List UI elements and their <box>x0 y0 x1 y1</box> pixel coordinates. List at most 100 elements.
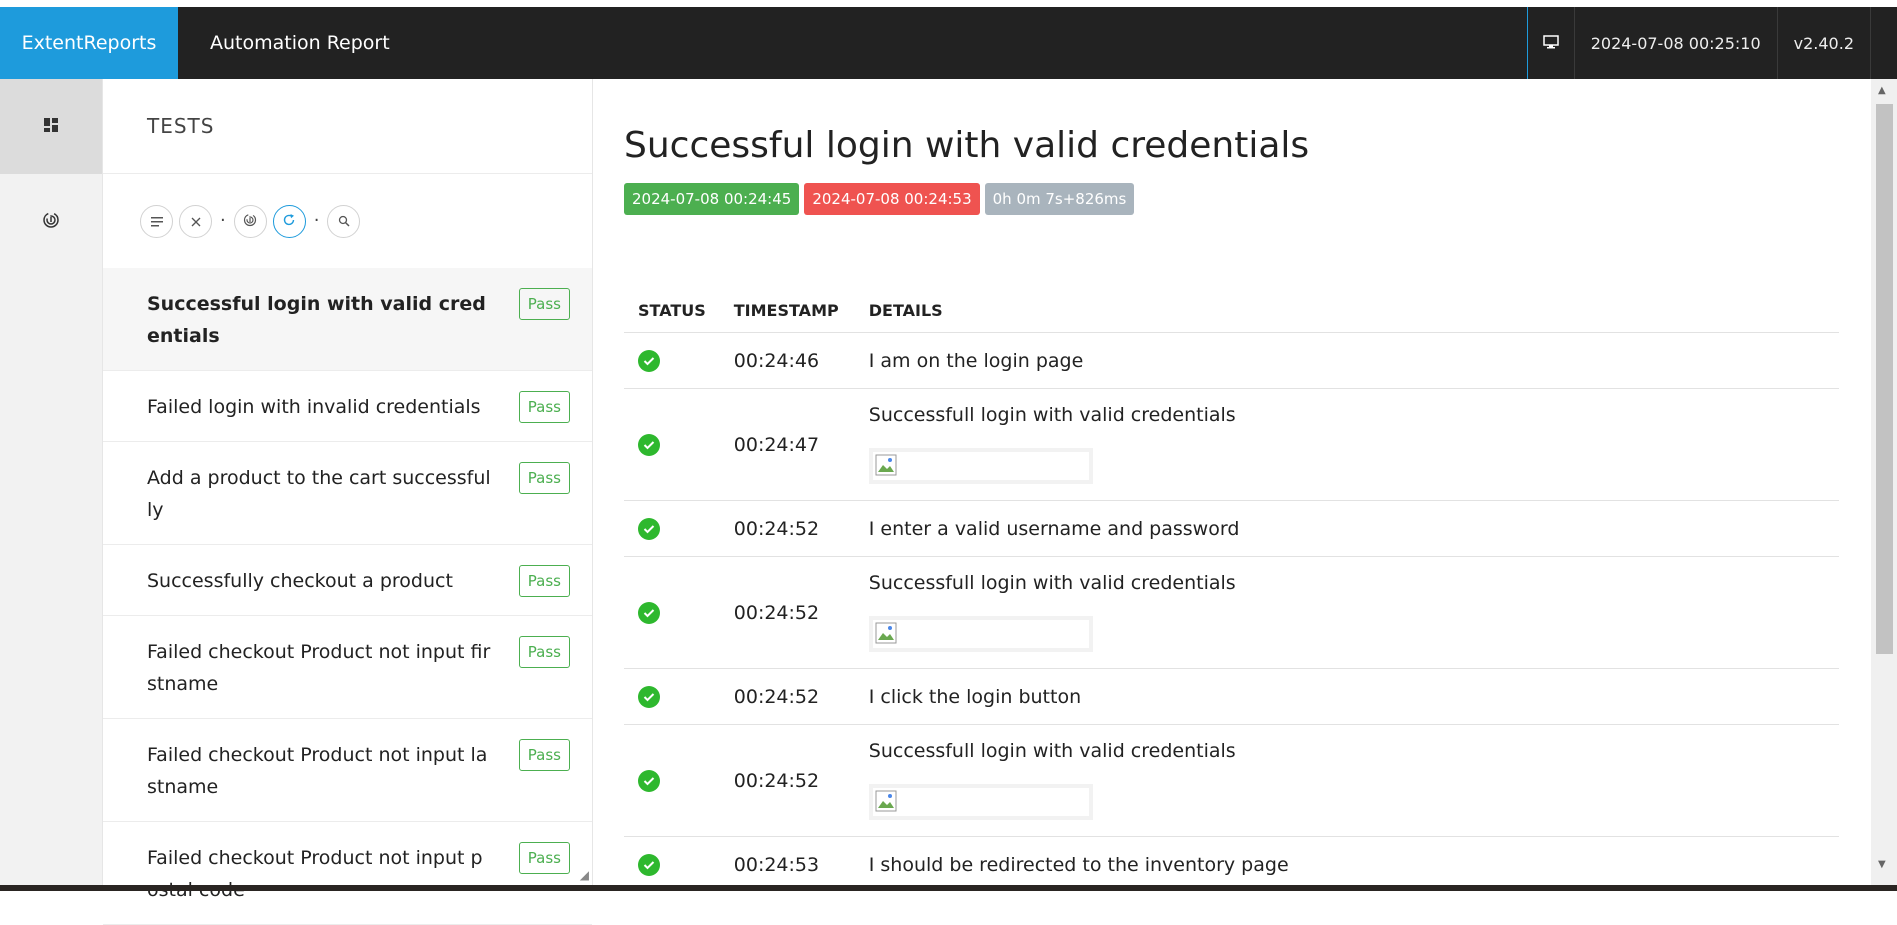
status-column-header: STATUS <box>624 287 720 333</box>
details-cell: Successfull login with valid credentials <box>854 556 1839 669</box>
tests-heading: TESTS <box>103 79 592 174</box>
details-cell: Successfull login with valid credentials <box>854 388 1839 501</box>
scrollbar-thumb[interactable] <box>1876 104 1893 654</box>
log-table: STATUS TIMESTAMP DETAILS 00:24:46 I am o… <box>624 287 1839 885</box>
status-badge: Pass <box>518 636 570 668</box>
details-cell: Successfull login with valid credentials <box>854 724 1839 837</box>
report-name: Automation Report <box>210 32 390 54</box>
timestamp-cell: 00:24:52 <box>719 724 855 837</box>
status-cell <box>624 668 720 725</box>
timestamp-column-header: TIMESTAMP <box>719 287 855 333</box>
sidebar-item-dashboard[interactable] <box>0 79 102 174</box>
details-text: Successfull login with valid credentials <box>868 739 1236 762</box>
status-cell <box>624 332 720 389</box>
test-item[interactable]: Failed checkout Product not input lastna… <box>103 719 592 822</box>
details-cell: I am on the login page <box>854 332 1839 389</box>
start-time-badge: 2024-07-08 00:24:45 <box>624 183 800 215</box>
tests-toolbar: · · <box>103 174 592 268</box>
details-text: Successfull login with valid credentials <box>868 571 1236 594</box>
test-name: Failed checkout Product not input firstn… <box>147 641 491 695</box>
search-icon <box>338 212 350 231</box>
search-button[interactable] <box>327 204 361 238</box>
refresh-icon <box>282 212 296 231</box>
fingerprint-icon <box>243 212 257 231</box>
log-header-row: STATUS TIMESTAMP DETAILS <box>624 287 1839 333</box>
details-cell: I click the login button <box>854 668 1839 725</box>
tests-panel: TESTS · · Successful login with valid cr… <box>103 79 593 925</box>
test-item[interactable]: Failed login with invalid credentials Pa… <box>103 371 592 442</box>
timestamp-cell: 00:24:46 <box>719 332 855 389</box>
sidebar-item-tests[interactable] <box>0 174 102 269</box>
test-name: Successfully checkout a product <box>147 570 453 592</box>
refresh-button[interactable] <box>272 204 306 238</box>
scroll-down-icon[interactable]: ▼ <box>1878 859 1886 870</box>
check-circle-icon <box>638 349 660 372</box>
test-item[interactable]: Successful login with valid credentials … <box>103 268 592 371</box>
resize-handle-icon[interactable]: ◢ <box>580 868 589 882</box>
filter-fail-button[interactable] <box>179 204 212 238</box>
broken-image-icon <box>875 454 897 475</box>
separator-dot: · <box>313 210 320 231</box>
report-version: v2.40.2 <box>1776 7 1871 79</box>
details-column-header: DETAILS <box>854 287 1839 333</box>
broken-image-icon <box>875 790 897 811</box>
screenshot-thumbnail[interactable] <box>868 615 1093 652</box>
duration-badge: 0h 0m 7s+826ms <box>984 183 1135 215</box>
content-scrollbar[interactable]: ▲ ▼ <box>1871 79 1897 885</box>
test-detail: Successful login with valid credentials … <box>594 79 1871 885</box>
timestamp-cell: 00:24:52 <box>719 668 855 725</box>
screenshot-thumbnail[interactable] <box>868 447 1093 484</box>
top-band <box>0 0 1897 7</box>
check-circle-icon <box>638 601 660 624</box>
check-circle-icon <box>638 853 660 876</box>
filter-tags-button[interactable] <box>233 204 267 238</box>
test-name: Failed login with invalid credentials <box>147 396 481 418</box>
test-name: Failed checkout Product not input lastna… <box>147 744 488 798</box>
fingerprint-icon <box>42 211 60 233</box>
timestamp-cell: 00:24:53 <box>719 836 855 885</box>
list-icon <box>150 212 163 231</box>
test-name: Failed checkout Product not input postal… <box>147 847 483 901</box>
time-badges: 2024-07-08 00:24:45 2024-07-08 00:24:53 … <box>624 183 1135 215</box>
scroll-up-icon[interactable]: ▲ <box>1878 85 1886 96</box>
status-badge: Pass <box>518 462 570 494</box>
monitor-icon <box>1542 34 1559 53</box>
status-cell <box>624 388 720 501</box>
test-item[interactable]: Failed checkout Product not input firstn… <box>103 616 592 719</box>
screenshot-thumbnail[interactable] <box>868 783 1093 820</box>
close-icon <box>191 212 201 231</box>
check-circle-icon <box>638 769 660 792</box>
test-item[interactable]: Add a product to the cart successfully P… <box>103 442 592 545</box>
log-row: 00:24:52 I enter a valid username and pa… <box>624 500 1839 557</box>
filter-all-button[interactable] <box>140 204 173 238</box>
timestamp-cell: 00:24:52 <box>719 500 855 557</box>
log-row: 00:24:53 I should be redirected to the i… <box>624 836 1839 885</box>
left-sidebar <box>0 79 103 885</box>
log-row: 00:24:52 Successfull login with valid cr… <box>624 556 1839 669</box>
monitor-button[interactable] <box>1526 7 1574 79</box>
brand-logo[interactable]: ExtentReports <box>0 7 178 79</box>
test-item[interactable]: Successfully checkout a product Pass <box>103 545 592 616</box>
log-row: 00:24:47 Successfull login with valid cr… <box>624 388 1839 501</box>
end-time-badge: 2024-07-08 00:24:53 <box>804 183 980 215</box>
bottom-edge <box>0 885 1897 891</box>
timestamp-cell: 00:24:47 <box>719 388 855 501</box>
status-cell <box>624 724 720 837</box>
log-row: 00:24:46 I am on the login page <box>624 332 1839 389</box>
test-item[interactable]: Failed checkout Product not input postal… <box>103 822 592 925</box>
timestamp-cell: 00:24:52 <box>719 556 855 669</box>
details-cell: I should be redirected to the inventory … <box>854 836 1839 885</box>
details-text: Successfull login with valid credentials <box>868 403 1236 426</box>
status-badge: Pass <box>518 565 570 597</box>
test-name: Successful login with valid credentials <box>147 293 486 347</box>
check-circle-icon <box>638 685 660 708</box>
status-cell <box>624 836 720 885</box>
status-badge: Pass <box>518 739 570 771</box>
status-cell <box>624 500 720 557</box>
details-cell: I enter a valid username and password <box>854 500 1839 557</box>
navbar-right: 2024-07-08 00:25:10 v2.40.2 <box>1526 7 1871 79</box>
log-row: 00:24:52 Successfull login with valid cr… <box>624 724 1839 837</box>
separator-dot: · <box>220 210 226 231</box>
status-badge: Pass <box>518 842 570 874</box>
status-badge: Pass <box>518 391 570 423</box>
